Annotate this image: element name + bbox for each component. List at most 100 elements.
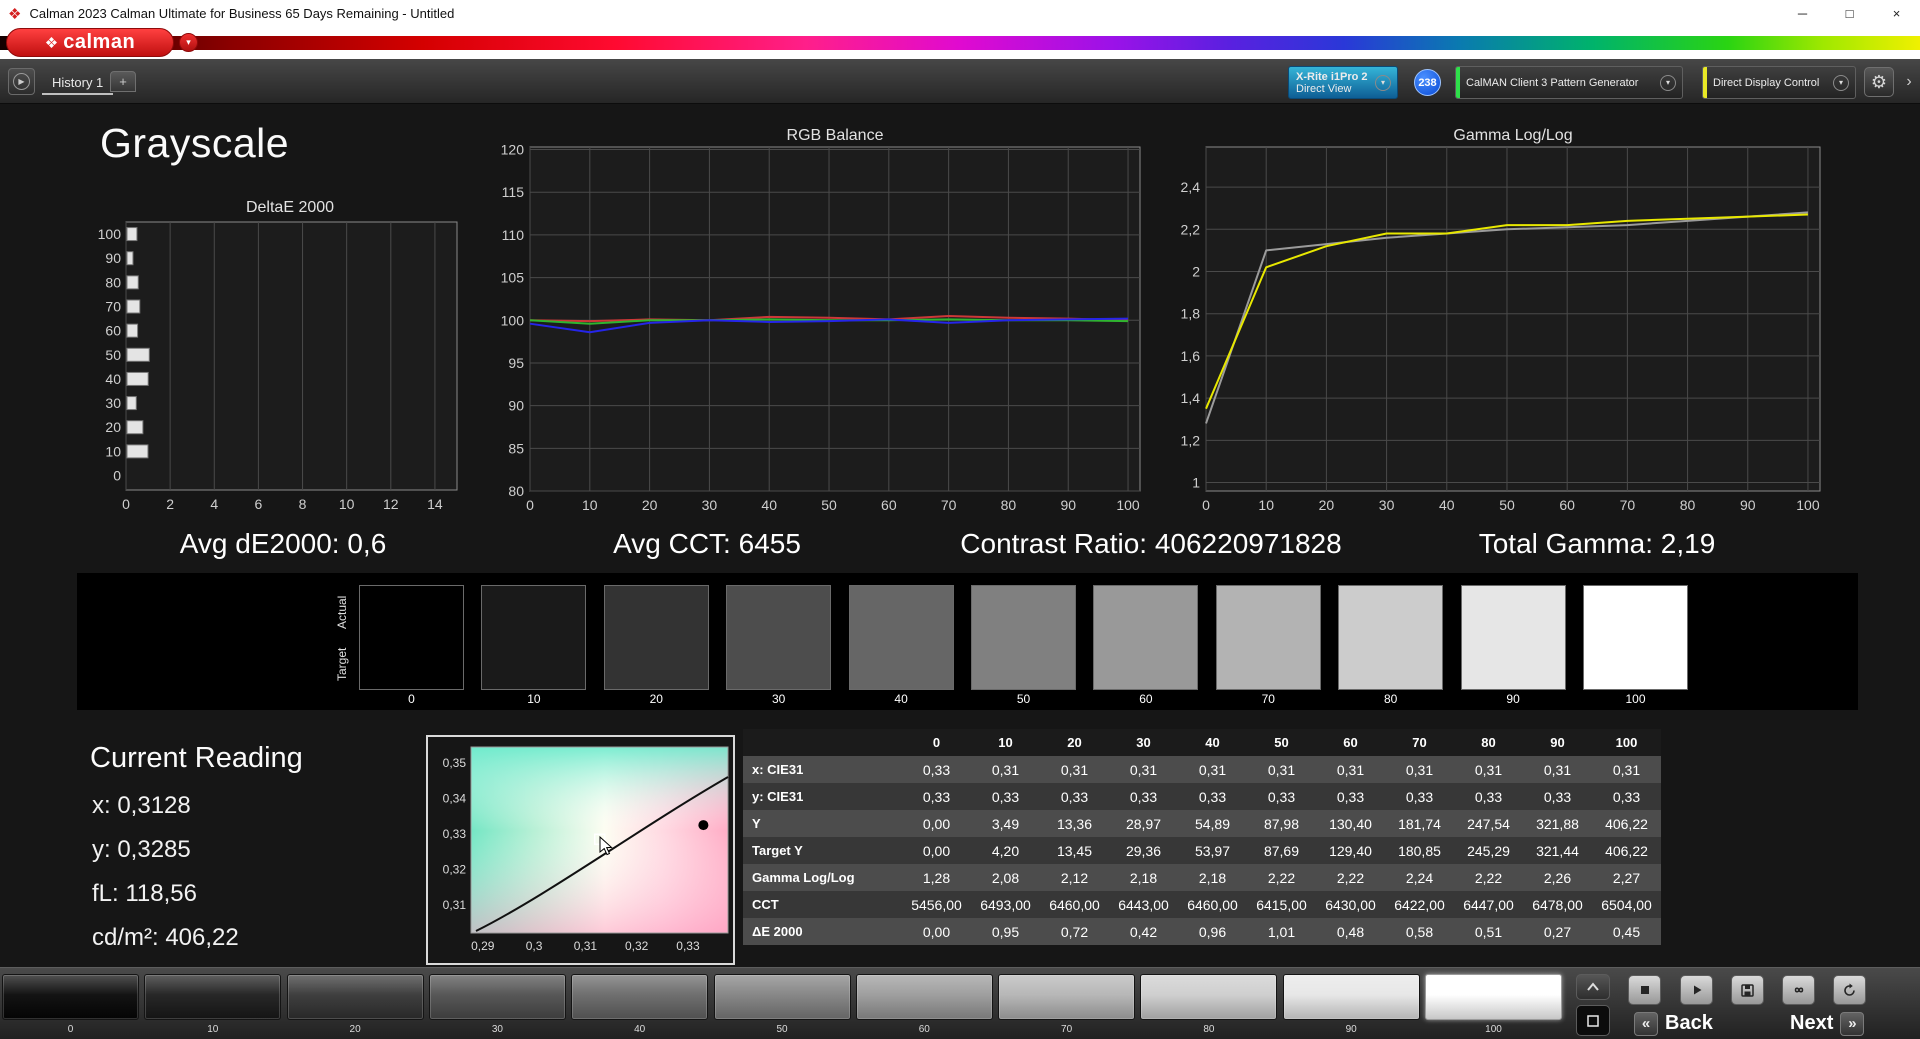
patch-label-70: 70 bbox=[1061, 1024, 1073, 1035]
svg-text:0,3: 0,3 bbox=[526, 939, 543, 953]
svg-text:0: 0 bbox=[122, 496, 130, 512]
table-value-cell: 54,89 bbox=[1178, 810, 1247, 837]
table-value-cell: 0,33 bbox=[1523, 783, 1592, 810]
table-value-cell: 2,08 bbox=[971, 864, 1040, 891]
swatch-level-label: 80 bbox=[1384, 692, 1398, 706]
swatch-cell-80: 80 bbox=[1338, 585, 1444, 706]
svg-text:10: 10 bbox=[339, 496, 355, 512]
table-value-cell: 0,33 bbox=[1454, 783, 1523, 810]
table-value-cell: 0,31 bbox=[1592, 756, 1661, 783]
patch-button-40[interactable] bbox=[571, 974, 709, 1020]
back-button-label: Back bbox=[1665, 1012, 1713, 1034]
settings-button[interactable]: ⚙ bbox=[1864, 67, 1894, 97]
svg-text:4: 4 bbox=[210, 496, 218, 512]
swatch-level-label: 90 bbox=[1506, 692, 1520, 706]
svg-text:90: 90 bbox=[105, 250, 121, 266]
minimize-button[interactable]: ─ bbox=[1779, 0, 1826, 27]
table-row: CCT 5456,00 6493,00 6460,00 6443,00 6460,00 64… bbox=[743, 891, 1661, 918]
patch-button-60[interactable] bbox=[855, 974, 993, 1020]
patch-button-100[interactable] bbox=[1425, 974, 1562, 1020]
expand-panel-button[interactable] bbox=[1576, 974, 1610, 1000]
stat-avg-cct: Avg CCT: 6455 bbox=[613, 528, 801, 559]
swatch-level-label: 60 bbox=[1139, 692, 1153, 706]
svg-text:0,32: 0,32 bbox=[443, 862, 467, 876]
svg-text:50: 50 bbox=[105, 347, 121, 363]
svg-text:60: 60 bbox=[105, 323, 121, 339]
table-value-cell: 1,28 bbox=[902, 864, 971, 891]
stop-button[interactable] bbox=[1628, 975, 1661, 1005]
maximize-button[interactable]: □ bbox=[1826, 0, 1873, 27]
svg-text:80: 80 bbox=[105, 274, 121, 290]
patch-label-50: 50 bbox=[776, 1024, 788, 1035]
svg-text:1,2: 1,2 bbox=[1181, 432, 1201, 448]
display-control-dropdown[interactable]: Direct Display Control ▾ bbox=[1702, 66, 1856, 99]
link-button[interactable] bbox=[1782, 975, 1815, 1005]
toolbar-more-button[interactable]: › bbox=[1900, 67, 1918, 97]
patch-label-10: 10 bbox=[207, 1024, 219, 1035]
swatch-cell-50: 50 bbox=[971, 585, 1076, 706]
play-button[interactable] bbox=[1680, 975, 1713, 1005]
calman-logo-text: calman bbox=[63, 31, 136, 53]
table-header-cell bbox=[743, 729, 902, 756]
display-control-label: Direct Display Control bbox=[1713, 76, 1820, 89]
table-value-cell: 6493,00 bbox=[971, 891, 1040, 918]
svg-text:80: 80 bbox=[508, 483, 524, 499]
calman-logo-button[interactable]: ❖ calman bbox=[6, 28, 174, 57]
swatch-level-label: 50 bbox=[1016, 692, 1031, 706]
stat-total-gamma: Total Gamma: 2,19 bbox=[1478, 528, 1716, 559]
swatch-target-label: Target bbox=[335, 647, 349, 682]
swatch-level-label: 20 bbox=[649, 692, 663, 706]
chevron-down-icon: ▾ bbox=[1660, 74, 1676, 91]
patch-button-20[interactable] bbox=[286, 974, 424, 1020]
meter-dropdown[interactable]: X-Rite i1Pro 2 Direct View ▾ bbox=[1288, 66, 1398, 99]
svg-text:105: 105 bbox=[501, 270, 525, 286]
logo-menu-button[interactable]: ▾ bbox=[179, 33, 198, 52]
tab-history-1[interactable]: History 1 bbox=[42, 71, 114, 95]
svg-text:0: 0 bbox=[1202, 497, 1210, 513]
save-button[interactable] bbox=[1731, 975, 1764, 1005]
svg-text:20: 20 bbox=[642, 497, 658, 513]
svg-text:8: 8 bbox=[299, 496, 307, 512]
patch-button-90[interactable] bbox=[1282, 974, 1420, 1020]
patch-button-10[interactable] bbox=[144, 974, 282, 1020]
patch-button-50[interactable] bbox=[713, 974, 851, 1020]
pattern-generator-dropdown[interactable]: CalMAN Client 3 Pattern Generator ▾ bbox=[1455, 66, 1683, 99]
table-value-cell: 0,31 bbox=[1247, 756, 1316, 783]
table-value-cell: 28,97 bbox=[1109, 810, 1178, 837]
patch-button-70[interactable] bbox=[998, 974, 1136, 1020]
svg-text:50: 50 bbox=[1499, 497, 1515, 513]
table-header-cell: 30 bbox=[1109, 729, 1178, 756]
green-status-stripe bbox=[1456, 67, 1460, 98]
bottom-bar: 0 10 20 30 40 50 60 70 80 90 100 « Back … bbox=[0, 967, 1920, 1039]
back-button[interactable]: « Back bbox=[1634, 1010, 1713, 1037]
patch-label-60: 60 bbox=[918, 1024, 930, 1035]
add-tab-button[interactable]: + bbox=[110, 71, 136, 92]
row-label-x-cie31: x: CIE31 bbox=[743, 756, 902, 783]
row-label--e-2000: ΔE 2000 bbox=[743, 918, 902, 945]
table-value-cell: 13,36 bbox=[1040, 810, 1109, 837]
svg-text:120: 120 bbox=[501, 142, 525, 158]
table-value-cell: 6415,00 bbox=[1247, 891, 1316, 918]
svg-text:2: 2 bbox=[166, 496, 174, 512]
swatch-cell-60: 60 bbox=[1093, 585, 1199, 706]
table-value-cell: 2,22 bbox=[1316, 864, 1385, 891]
svg-text:85: 85 bbox=[508, 440, 524, 456]
svg-text:95: 95 bbox=[508, 355, 524, 371]
svg-text:2,2: 2,2 bbox=[1181, 221, 1201, 237]
patch-button-0[interactable] bbox=[2, 974, 139, 1020]
save-icon bbox=[1741, 983, 1754, 997]
calman-diamond-icon: ❖ bbox=[44, 34, 59, 52]
panel-toggle-button[interactable]: ▶ bbox=[8, 68, 35, 95]
pattern-window-button[interactable] bbox=[1576, 1005, 1610, 1036]
next-button[interactable]: Next » bbox=[1790, 1010, 1865, 1037]
current-reading-fl: fL: 118,56 bbox=[92, 880, 197, 907]
refresh-button[interactable] bbox=[1833, 975, 1866, 1005]
svg-text:10: 10 bbox=[582, 497, 598, 513]
close-button[interactable]: × bbox=[1873, 0, 1920, 27]
svg-text:20: 20 bbox=[105, 419, 121, 435]
window-title: Calman 2023 Calman Ultimate for Business… bbox=[29, 6, 455, 21]
patch-button-30[interactable] bbox=[428, 974, 566, 1020]
table-value-cell: 2,27 bbox=[1592, 864, 1661, 891]
patch-button-80[interactable] bbox=[1140, 974, 1278, 1020]
brand-row: ❖ calman ▾ bbox=[0, 27, 1920, 59]
